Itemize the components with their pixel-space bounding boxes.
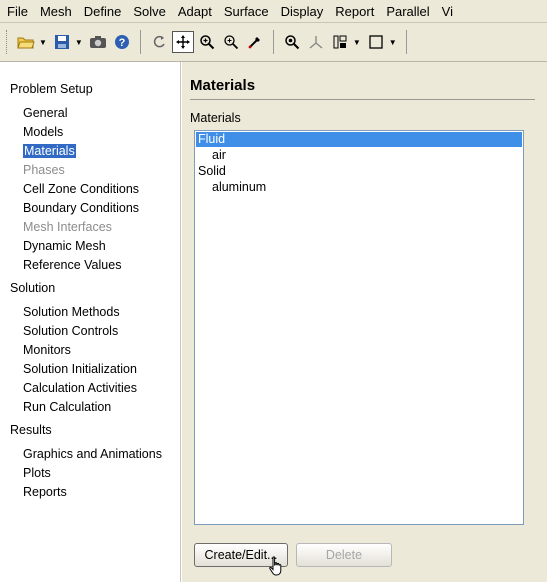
nav-item-mesh-interfaces: Mesh Interfaces: [23, 220, 112, 234]
menu-view[interactable]: Vi: [435, 4, 458, 19]
nav-item-graphics-and-animations[interactable]: Graphics and Animations: [23, 447, 162, 461]
nav-item-general[interactable]: General: [23, 106, 67, 120]
nav-item-solution-methods[interactable]: Solution Methods: [23, 305, 120, 319]
toolbar-grip[interactable]: [6, 30, 10, 54]
nav-item-materials[interactable]: Materials: [23, 144, 76, 158]
materials-list-label: Materials: [190, 111, 241, 125]
materials-panel: Materials Materials Fluid air Solid alum…: [182, 62, 547, 582]
fit-icon[interactable]: [281, 31, 303, 53]
menu-bar: File Mesh Define Solve Adapt Surface Dis…: [0, 0, 547, 23]
nav-section-results[interactable]: Results: [10, 423, 52, 437]
open-folder-icon[interactable]: [15, 31, 37, 53]
list-item-air[interactable]: air: [196, 148, 536, 163]
nav-item-reference-values[interactable]: Reference Values: [23, 258, 121, 272]
materials-list[interactable]: Fluid air Solid aluminum: [194, 130, 524, 525]
zoom-in-icon[interactable]: [196, 31, 218, 53]
title-divider: [190, 99, 535, 100]
nav-item-phases: Phases: [23, 163, 65, 177]
toolbar-separator-3: [405, 30, 407, 54]
menu-display[interactable]: Display: [274, 4, 329, 19]
save-icon[interactable]: [51, 31, 73, 53]
list-item-fluid[interactable]: Fluid: [196, 132, 522, 147]
menu-parallel[interactable]: Parallel: [379, 4, 434, 19]
menu-solve[interactable]: Solve: [126, 4, 171, 19]
pan-icon[interactable]: [171, 31, 194, 53]
panel-title: Materials: [190, 77, 256, 94]
toolbar-separator: [139, 30, 141, 54]
nav-item-calculation-activities[interactable]: Calculation Activities: [23, 381, 137, 395]
zoom-box-icon[interactable]: [220, 31, 242, 53]
nav-item-dynamic-mesh[interactable]: Dynamic Mesh: [23, 239, 106, 253]
menu-mesh[interactable]: Mesh: [33, 4, 77, 19]
menu-file[interactable]: File: [0, 4, 33, 19]
hand-cursor-icon: [269, 556, 282, 576]
menu-surface[interactable]: Surface: [217, 4, 274, 19]
window-dropdown-icon[interactable]: ▼: [389, 38, 397, 47]
camera-icon[interactable]: [87, 31, 109, 53]
list-item-aluminum[interactable]: aluminum: [196, 180, 536, 195]
svg-text:?: ?: [118, 37, 125, 49]
navigation-pane: Problem Setup General Models Materials P…: [0, 62, 181, 582]
menu-report[interactable]: Report: [328, 4, 379, 19]
probe-icon[interactable]: [244, 31, 266, 53]
window-icon[interactable]: [365, 31, 387, 53]
nav-section-solution[interactable]: Solution: [10, 281, 55, 295]
toolbar: ▼ ▼ ? ▼ ▼: [0, 23, 547, 62]
list-item-solid[interactable]: Solid: [196, 164, 522, 179]
nav-item-plots[interactable]: Plots: [23, 466, 51, 480]
nav-item-models[interactable]: Models: [23, 125, 63, 139]
toolbar-separator-2: [272, 30, 274, 54]
delete-button: Delete: [296, 543, 392, 567]
nav-item-solution-controls[interactable]: Solution Controls: [23, 324, 118, 338]
save-dropdown-icon[interactable]: ▼: [75, 38, 83, 47]
nav-item-boundary-conditions[interactable]: Boundary Conditions: [23, 201, 139, 215]
nav-item-monitors[interactable]: Monitors: [23, 343, 71, 357]
nav-section-problem-setup[interactable]: Problem Setup: [10, 82, 93, 96]
layout-dropdown-icon[interactable]: ▼: [353, 38, 361, 47]
rotate-icon[interactable]: [148, 31, 170, 53]
open-dropdown-icon[interactable]: ▼: [39, 38, 47, 47]
menu-adapt[interactable]: Adapt: [171, 4, 217, 19]
layout-icon[interactable]: [329, 31, 351, 53]
nav-item-reports[interactable]: Reports: [23, 485, 67, 499]
help-icon[interactable]: ?: [111, 31, 133, 53]
nav-item-run-calculation[interactable]: Run Calculation: [23, 400, 111, 414]
axes-icon[interactable]: [305, 31, 327, 53]
nav-item-cell-zone-conditions[interactable]: Cell Zone Conditions: [23, 182, 139, 196]
nav-item-solution-initialization[interactable]: Solution Initialization: [23, 362, 137, 376]
menu-define[interactable]: Define: [77, 4, 127, 19]
